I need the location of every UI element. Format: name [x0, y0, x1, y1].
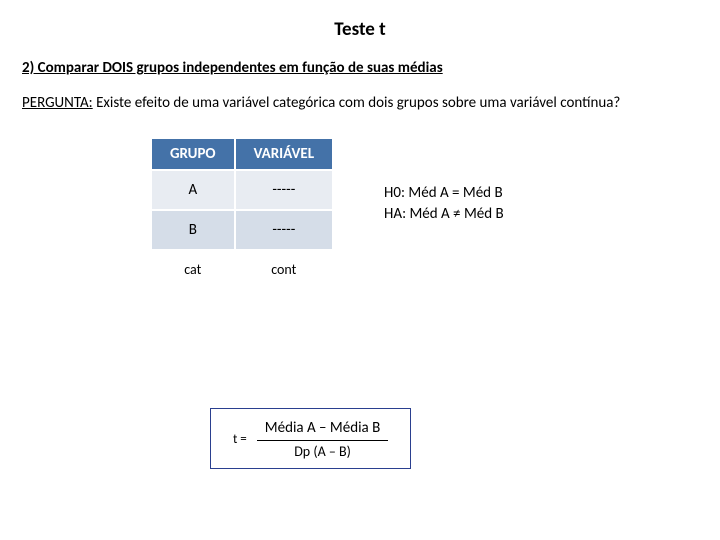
formula-numerator: Média A – Média B [257, 419, 388, 441]
cell-var-b: ----- [235, 210, 333, 250]
caption-cat: cat [151, 250, 235, 288]
content-row: GRUPO VARIÁVEL A ----- B ----- cat cont … [150, 137, 720, 288]
table-row: A ----- [151, 170, 333, 210]
question-label: PERGUNTA: [22, 94, 93, 112]
groups-table: GRUPO VARIÁVEL A ----- B ----- cat cont [150, 137, 334, 288]
table-header-grupo: GRUPO [151, 138, 235, 170]
formula-denominator: Dp (A – B) [286, 441, 359, 461]
hypotheses-block: H0: Méd A = Méd B HA: Méd A ≠ Méd B [384, 183, 504, 225]
formula-fraction: Média A – Média B Dp (A – B) [257, 419, 388, 460]
cell-group-a: A [151, 170, 235, 210]
caption-cont: cont [235, 250, 333, 288]
section-subtitle: 2) Comparar DOIS grupos independentes em… [22, 59, 720, 77]
cell-group-b: B [151, 210, 235, 250]
page-title: Teste t [0, 0, 720, 41]
formula-lhs: t = [233, 432, 247, 447]
table-row: B ----- [151, 210, 333, 250]
cell-var-a: ----- [235, 170, 333, 210]
hypothesis-null: H0: Méd A = Méd B [384, 183, 504, 204]
table-header-variavel: VARIÁVEL [235, 138, 333, 170]
question-block: PERGUNTA: Existe efeito de uma variável … [22, 93, 698, 113]
hypothesis-alt: HA: Méd A ≠ Méd B [384, 204, 504, 225]
question-text: Existe efeito de uma variável categórica… [93, 94, 621, 112]
formula-box: t = Média A – Média B Dp (A – B) [210, 408, 411, 469]
table-caption-row: cat cont [151, 250, 333, 288]
